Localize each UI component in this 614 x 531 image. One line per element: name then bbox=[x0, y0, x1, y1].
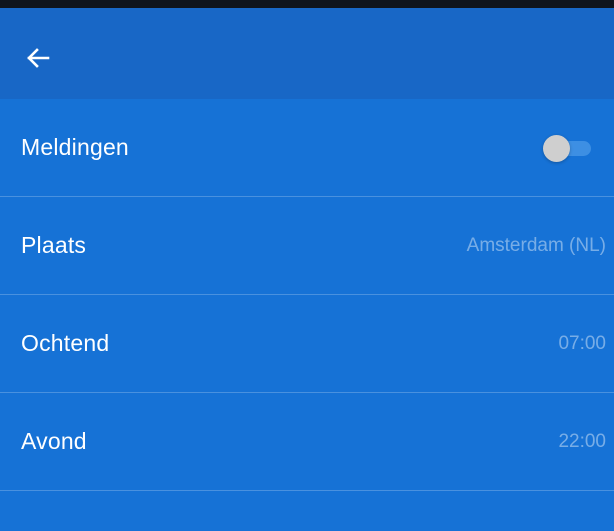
notifications-toggle[interactable] bbox=[543, 133, 591, 163]
setting-row-meldingen[interactable]: Meldingen bbox=[0, 99, 614, 197]
settings-screen: Meldingen Plaats Amsterdam (NL) Ochtend … bbox=[0, 0, 614, 531]
setting-row-plaats[interactable]: Plaats Amsterdam (NL) bbox=[0, 197, 614, 295]
status-bar-edge bbox=[0, 0, 614, 8]
setting-value: 22:00 bbox=[558, 430, 606, 452]
arrow-left-icon bbox=[26, 47, 50, 69]
setting-value: Amsterdam (NL) bbox=[466, 234, 606, 256]
settings-list: Meldingen Plaats Amsterdam (NL) Ochtend … bbox=[0, 99, 614, 491]
setting-label: Plaats bbox=[21, 232, 87, 258]
back-button[interactable] bbox=[16, 36, 60, 80]
app-bar bbox=[0, 8, 614, 99]
setting-row-ochtend[interactable]: Ochtend 07:00 bbox=[0, 295, 614, 393]
setting-label: Avond bbox=[21, 428, 87, 454]
setting-row-avond[interactable]: Avond 22:00 bbox=[0, 393, 614, 491]
toggle-thumb bbox=[543, 134, 570, 162]
setting-label: Ochtend bbox=[21, 330, 110, 356]
setting-value: 07:00 bbox=[558, 332, 606, 354]
setting-label: Meldingen bbox=[21, 134, 129, 160]
